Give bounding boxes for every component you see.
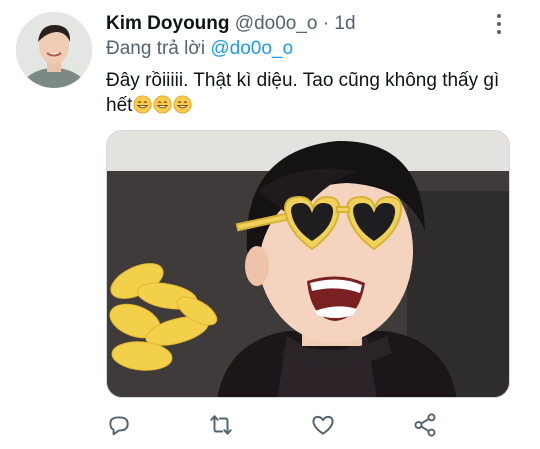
reply-handle-link[interactable]: @do0o_o	[210, 38, 293, 59]
tweet-header: Kim Doyoung @do0o_o · 1d	[106, 11, 506, 37]
grinning-face-emoji	[153, 95, 172, 114]
timestamp[interactable]: 1d	[334, 13, 355, 34]
tweet-actions	[106, 412, 436, 440]
reply-context: Đang trả lời @do0o_o	[106, 37, 293, 61]
user-handle[interactable]: @do0o_o	[235, 13, 318, 34]
photo-illustration	[107, 131, 509, 397]
retweet-button[interactable]	[208, 412, 234, 438]
like-button[interactable]	[310, 412, 336, 438]
photo-watermark	[138, 347, 150, 397]
grinning-face-emoji	[173, 95, 192, 114]
tweet[interactable]: Kim Doyoung @do0o_o · 1d Đang trả lời @d…	[0, 0, 540, 449]
tweet-media-photo[interactable]	[106, 130, 510, 398]
display-name[interactable]: Kim Doyoung	[106, 13, 230, 34]
retweet-icon	[210, 415, 232, 435]
share-icon	[414, 413, 436, 437]
avatar-photo	[16, 12, 92, 88]
avatar[interactable]	[16, 12, 92, 88]
more-options-icon[interactable]	[490, 12, 508, 36]
heart-icon	[312, 415, 334, 435]
separator-dot: ·	[322, 13, 330, 34]
share-button[interactable]	[412, 412, 438, 438]
reply-icon	[109, 416, 129, 436]
reply-button[interactable]	[106, 412, 132, 438]
reply-prefix: Đang trả lời	[106, 38, 206, 59]
grinning-face-emoji	[133, 95, 152, 114]
tweet-text: Đây rồiiiii. Thật kì diệu. Tao cũng khôn…	[106, 68, 516, 118]
